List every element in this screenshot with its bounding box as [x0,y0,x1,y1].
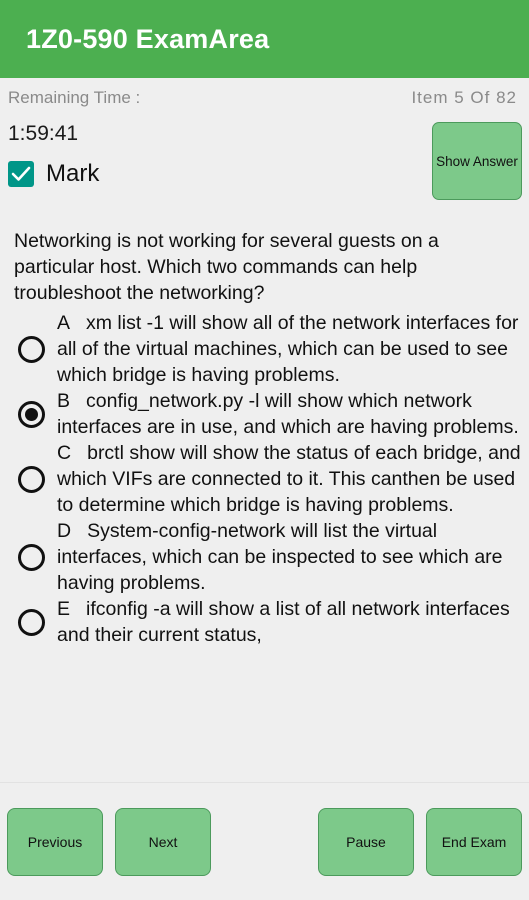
option-letter: E [57,598,71,620]
option-text: Cbrctl show will show the status of each… [57,440,521,518]
status-strip: Remaining Time : Item 5 Of 82 [0,78,529,118]
option-radio[interactable] [18,335,45,363]
question-text: Networking is not working for several gu… [14,230,439,304]
option-letter: C [57,442,72,464]
option-letter: D [57,520,72,542]
check-icon [11,166,31,181]
show-answer-button[interactable]: Show Answer [432,122,522,200]
option-body: config_network.py -l will show which net… [57,390,519,438]
option-letter: A [57,312,71,334]
footer-nav-group: Previous Next [7,807,211,876]
remaining-time-label: Remaining Time : [8,88,141,107]
app-bar: 1Z0-590 ExamArea [0,0,529,78]
mark-question-toggle[interactable]: Mark [8,160,128,188]
question-scroll-region[interactable]: Networking is not working for several gu… [0,222,529,763]
pause-button[interactable]: Pause [318,807,414,876]
option-body: brctl show will show the status of each … [57,442,521,516]
option-text: Axm list -1 will show all of the network… [57,310,521,388]
option-text: Eifconfig -a will show a list of all net… [57,596,521,648]
option-radio[interactable] [18,543,45,571]
end-exam-button[interactable]: End Exam [426,807,522,876]
option-radio[interactable] [18,608,45,636]
option-body: xm list -1 will show all of the network … [57,312,519,386]
footer-control-group: Pause End Exam [318,807,522,876]
option-row[interactable]: D System-config-network will list the vir… [0,518,529,596]
footer-toolbar: Previous Next Pause End Exam [0,783,529,900]
option-radio[interactable] [18,465,45,493]
option-body: System-config-network will list the virt… [57,520,503,594]
option-row[interactable]: Cbrctl show will show the status of each… [0,440,529,518]
option-letter: B [57,390,71,412]
option-row[interactable]: Axm list -1 will show all of the network… [0,310,529,388]
app-title: 1Z0-590 ExamArea [26,23,270,54]
previous-button[interactable]: Previous [7,807,103,876]
option-radio[interactable] [18,400,45,428]
option-text: Bconfig_network.py -l will show which ne… [57,388,521,440]
option-body: ifconfig -a will show a list of all netw… [57,598,510,646]
next-button[interactable]: Next [115,807,211,876]
item-counter: Item 5 Of 82 [411,88,517,107]
mark-label: Mark [46,160,100,187]
option-row[interactable]: Eifconfig -a will show a list of all net… [0,596,529,648]
option-row[interactable]: Bconfig_network.py -l will show which ne… [0,388,529,440]
mark-checkbox[interactable] [8,161,34,187]
timer-mark-row: 1:59:41 Mark Show Answer [0,118,529,206]
option-text: D System-config-network will list the vir… [57,518,521,596]
